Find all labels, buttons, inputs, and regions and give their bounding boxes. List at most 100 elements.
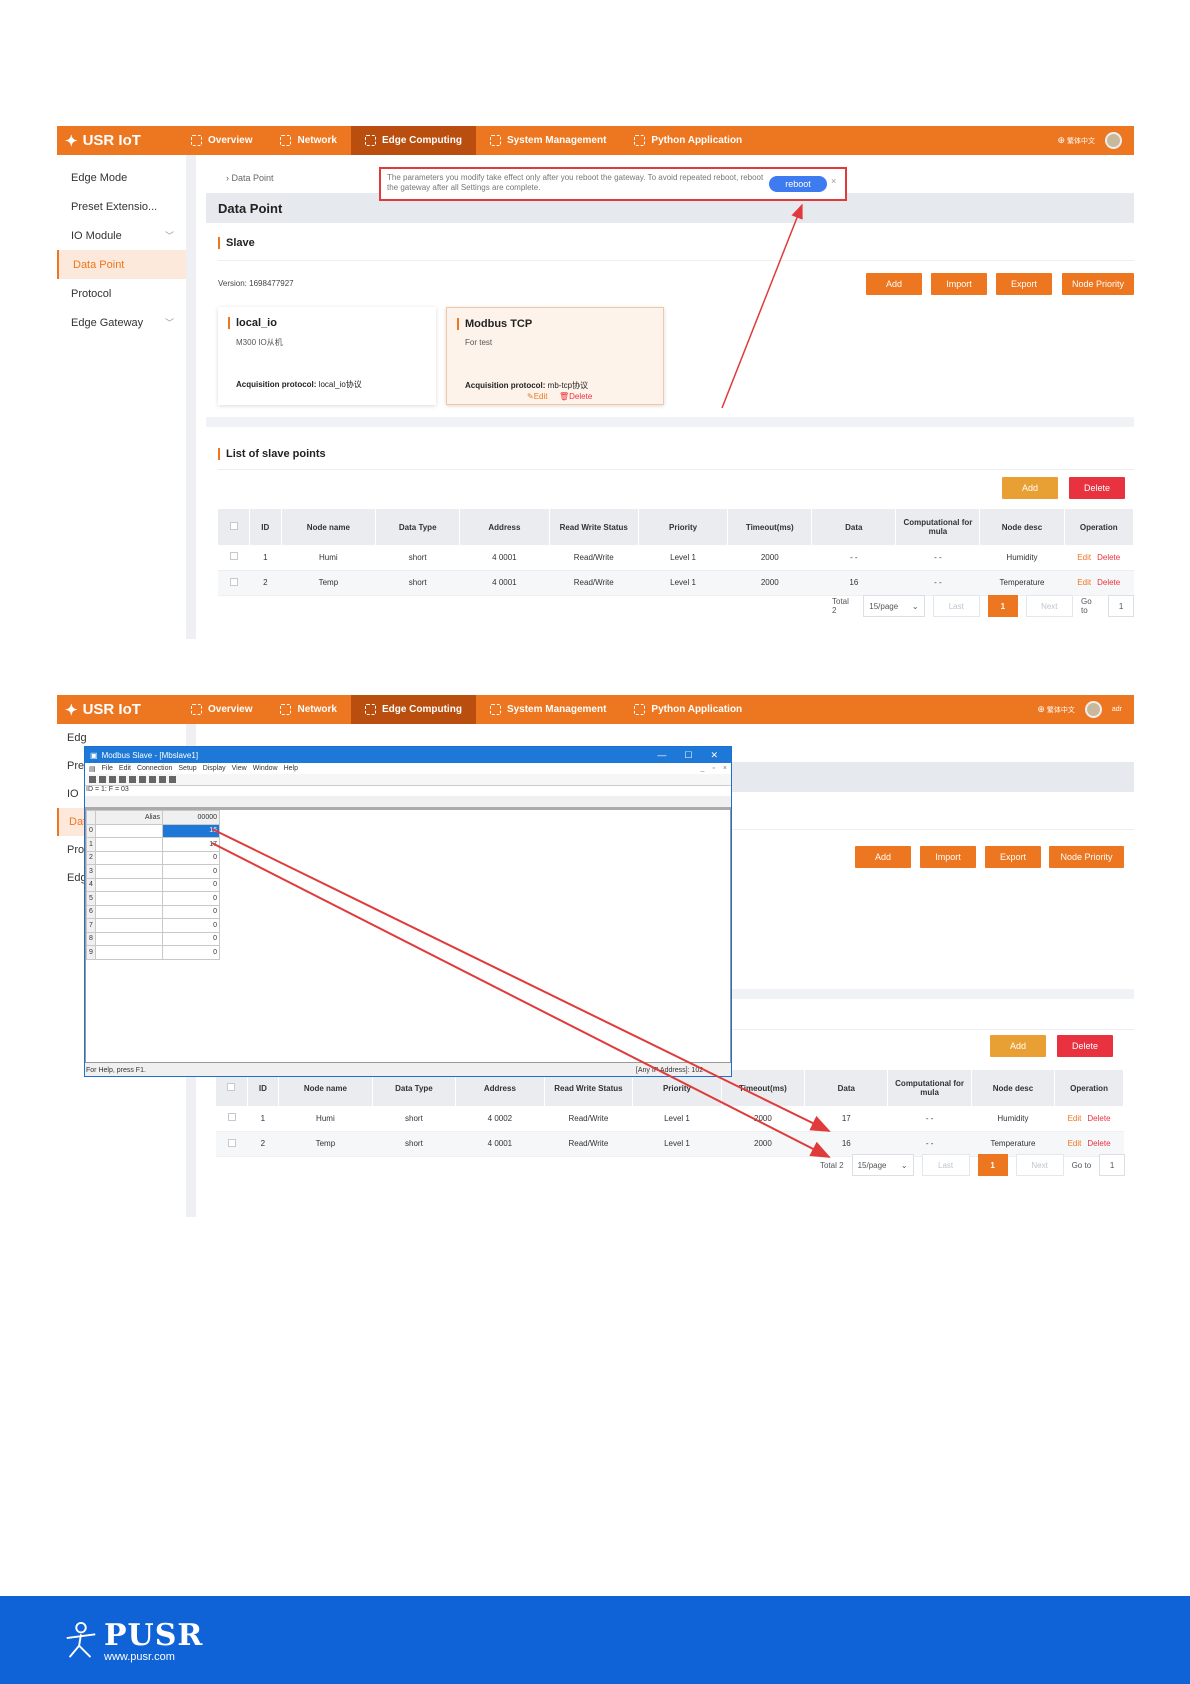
import-button[interactable]: Import — [920, 846, 976, 868]
slave-delete-button[interactable]: 🗑Delete — [559, 392, 592, 401]
sidebar-item-io-module[interactable]: IO Module ﹀ — [57, 221, 186, 250]
close-icon[interactable]: × — [831, 176, 836, 186]
nav-network[interactable]: Network — [266, 695, 350, 724]
next-page-button[interactable]: Next — [1025, 595, 1073, 617]
minimize-icon[interactable]: — — [657, 750, 666, 761]
user-avatar[interactable] — [1105, 132, 1122, 149]
register-alias[interactable] — [95, 918, 163, 933]
sidebar-item-edge-mode[interactable]: Edge Mode — [57, 163, 186, 192]
delete-point-link[interactable]: Delete — [1087, 1139, 1110, 1148]
menu-help[interactable]: Help — [284, 765, 298, 772]
goto-page-input[interactable]: 1 — [1099, 1154, 1126, 1176]
register-value[interactable]: 0 — [162, 931, 220, 946]
delete-point-button[interactable]: Delete — [1069, 477, 1125, 499]
goto-page-input[interactable]: 1 — [1108, 595, 1134, 617]
register-row[interactable]: 20 — [86, 850, 220, 865]
sidebar-item-preset-extension[interactable]: Preset Extensio... — [57, 192, 186, 221]
nav-network[interactable]: Network — [266, 126, 350, 155]
register-value[interactable]: 0 — [162, 864, 220, 879]
table-row[interactable]: 1 Humi short 4 0002 Read/Write Level 1 2000 17-… — [216, 1106, 1124, 1132]
register-alias[interactable] — [95, 945, 163, 960]
register-alias[interactable] — [95, 931, 163, 946]
menu-display[interactable]: Display — [203, 765, 226, 772]
list-icon[interactable] — [139, 776, 146, 783]
table-row[interactable]: 1 Humi short 4 0001 Read/Write Level 1 2000- -… — [218, 545, 1134, 571]
language-switch[interactable]: ⊕ 繁体中文 — [1058, 135, 1096, 146]
sidebar-item-preset-extension[interactable]: Pre — [67, 760, 84, 772]
register-row[interactable]: 30 — [86, 864, 220, 879]
prev-page-button[interactable]: Last — [921, 1154, 970, 1176]
nav-system-management[interactable]: System Management — [476, 126, 620, 155]
delete-point-link[interactable]: Delete — [1097, 553, 1120, 562]
row-checkbox[interactable] — [216, 1131, 248, 1157]
register-value[interactable]: 0 — [162, 891, 220, 906]
register-row[interactable]: 60 — [86, 904, 220, 919]
new-icon[interactable] — [89, 776, 96, 783]
register-alias[interactable] — [95, 837, 163, 852]
nav-python-application[interactable]: Python Application — [620, 126, 756, 155]
row-checkbox[interactable] — [218, 570, 250, 596]
mdi-minimize-icon[interactable]: _ — [701, 765, 705, 772]
edit-point-link[interactable]: Edit — [1077, 553, 1091, 562]
register-alias[interactable] — [95, 891, 163, 906]
register-row[interactable]: 40 — [86, 877, 220, 892]
delete-point-link[interactable]: Delete — [1087, 1114, 1110, 1123]
sidebar-item-protocol[interactable]: Protocol — [57, 279, 186, 308]
current-page[interactable]: 1 — [977, 1154, 1008, 1176]
slave-card-local-io[interactable]: local_io M300 IO从机 Acquisition protocol:… — [218, 307, 436, 405]
edit-point-link[interactable]: Edit — [1068, 1139, 1082, 1148]
window-titlebar[interactable]: ▣ Modbus Slave - [Mbslave1] — ☐ ✕ — [85, 747, 731, 763]
nav-edge-computing[interactable]: Edge Computing — [350, 695, 476, 724]
export-button[interactable]: Export — [985, 846, 1041, 868]
prev-page-button[interactable]: Last — [932, 595, 980, 617]
select-all-checkbox[interactable] — [218, 509, 251, 545]
slave-card-modbus-tcp[interactable]: Modbus TCP For test Acquisition protocol… — [446, 307, 664, 405]
register-value[interactable]: 0 — [162, 918, 220, 933]
nav-python-application[interactable]: Python Application — [620, 695, 756, 724]
node-priority-button[interactable]: Node Priority — [1062, 273, 1134, 295]
sidebar-item-edge-gateway[interactable]: Edge Gateway ﹀ — [57, 308, 186, 337]
table-row[interactable]: 2 Temp short 4 0001 Read/Write Level 1 2000 16-… — [216, 1131, 1124, 1157]
nav-edge-computing[interactable]: Edge Computing — [350, 126, 476, 155]
nav-overview[interactable]: Overview — [177, 695, 266, 724]
register-value[interactable]: 0 — [162, 945, 220, 960]
page-size-select[interactable]: 15/page ⌄ — [851, 1154, 914, 1176]
open-icon[interactable] — [99, 776, 106, 783]
import-button[interactable]: Import — [931, 273, 987, 295]
sidebar-item-protocol[interactable]: Pro — [67, 844, 84, 856]
node-priority-button[interactable]: Node Priority — [1049, 846, 1124, 868]
register-alias[interactable] — [95, 850, 163, 865]
copy-icon[interactable] — [149, 776, 156, 783]
edit-point-link[interactable]: Edit — [1077, 578, 1091, 587]
menu-connection[interactable]: Connection — [137, 765, 172, 772]
register-alias[interactable] — [95, 904, 163, 919]
menu-view[interactable]: View — [232, 765, 247, 772]
pin-icon[interactable] — [159, 776, 166, 783]
menu-edit[interactable]: Edit — [119, 765, 131, 772]
window-icon[interactable] — [129, 776, 136, 783]
register-value[interactable]: 16 — [162, 823, 220, 838]
close-icon[interactable]: ✕ — [710, 750, 718, 761]
register-row[interactable]: 80 — [86, 931, 220, 946]
sidebar-item-io-module[interactable]: IO — [67, 788, 79, 800]
edit-point-link[interactable]: Edit — [1068, 1114, 1082, 1123]
nav-system-management[interactable]: System Management — [476, 695, 620, 724]
register-value[interactable]: 17 — [162, 837, 220, 852]
save-icon[interactable] — [109, 776, 116, 783]
export-button[interactable]: Export — [996, 273, 1052, 295]
register-value[interactable]: 0 — [162, 850, 220, 865]
register-value[interactable]: 0 — [162, 877, 220, 892]
add-slave-button[interactable]: Add — [866, 273, 922, 295]
modbus-slave-window[interactable]: ▣ Modbus Slave - [Mbslave1] — ☐ ✕ ▤ File… — [84, 746, 732, 1077]
breadcrumb[interactable]: › Data Point — [226, 173, 274, 183]
register-row[interactable]: 1 17 — [86, 837, 220, 852]
current-page[interactable]: 1 — [988, 595, 1018, 617]
language-switch[interactable]: ⊕ 繁体中文 — [1037, 704, 1075, 715]
register-row[interactable]: 70 — [86, 918, 220, 933]
register-alias[interactable] — [95, 864, 163, 879]
menu-window[interactable]: Window — [253, 765, 278, 772]
next-page-button[interactable]: Next — [1015, 1154, 1064, 1176]
user-avatar[interactable] — [1084, 701, 1102, 718]
nav-overview[interactable]: Overview — [177, 126, 266, 155]
delete-point-button[interactable]: Delete — [1057, 1035, 1113, 1057]
